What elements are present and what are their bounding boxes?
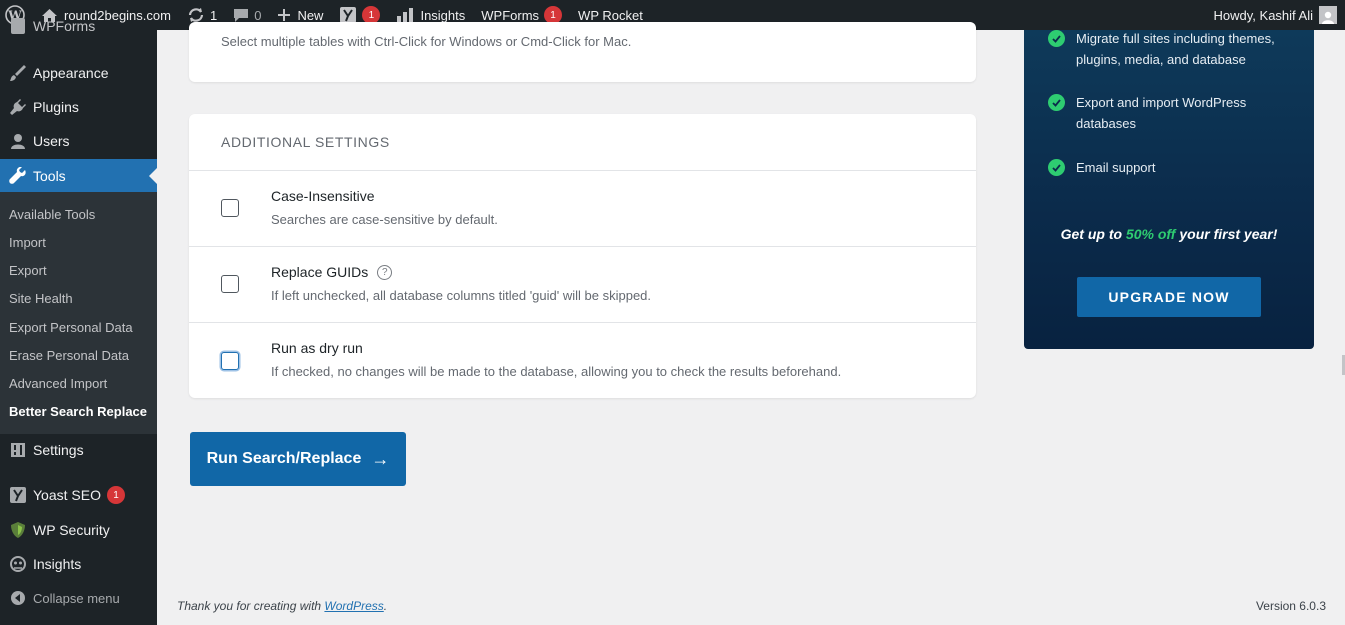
footer-thanks-suffix: . [383,599,388,613]
option-description: If left unchecked, all database columns … [271,288,652,303]
bar-chart-icon [397,7,414,23]
check-icon [1048,30,1065,47]
sidebar-item-insights[interactable]: Insights [0,547,157,581]
sidebar-item-tools[interactable]: Tools [0,159,157,193]
submenu-advanced-import[interactable]: Advanced Import [9,376,107,391]
sidebar-item-settings[interactable]: Settings [0,433,157,467]
sidebar-item-label: Plugins [33,99,79,115]
option-case-insensitive: Case-Insensitive Searches are case-sensi… [189,170,976,246]
howdy-text: Howdy, Kashif Ali [1213,7,1313,23]
submenu-import[interactable]: Import [9,235,46,250]
additional-settings-card: ADDITIONAL SETTINGS Case-Insensitive Sea… [189,114,976,398]
sidebar-item-label: Appearance [33,65,109,81]
option-title: Case-Insensitive [271,188,375,204]
submenu-export-personal-data[interactable]: Export Personal Data [9,320,133,335]
arrow-right-icon: → [371,448,390,469]
feature-item: Email support [1048,157,1155,178]
collapse-menu-button[interactable]: Collapse menu [0,581,157,615]
feature-item: Migrate full sites including themes, plu… [1048,28,1296,70]
sidebar-item-label: Settings [33,442,84,458]
updates-count: 1 [209,7,218,23]
option-dry-run: Run as dry run If checked, no changes wi… [189,322,976,398]
settings-sliders-icon [0,441,33,459]
new-label: New [297,7,324,23]
promo-offer: Get up to 50% off your first year! [1024,226,1314,242]
plus-icon [278,9,291,21]
dry-run-checkbox[interactable] [221,352,239,370]
offer-prefix: Get up to [1060,226,1123,242]
insights-icon [0,555,33,573]
upgrade-now-button[interactable]: UPGRADE NOW [1077,277,1261,317]
sidebar-item-wp-security[interactable]: WP Security [0,513,157,547]
case-insensitive-checkbox[interactable] [221,199,239,217]
tools-submenu: Available Tools Import Export Site Healt… [0,192,157,434]
yoast-seo-badge: 1 [106,486,125,504]
feature-item: Export and import WordPress databases [1048,92,1276,134]
sidebar-item-users[interactable]: Users [0,124,157,158]
option-title: Run as dry run [271,340,363,356]
yoast-icon [0,486,33,504]
wp-version: Version 6.0.3 [1255,599,1326,613]
offer-suffix: your first year! [1179,226,1278,242]
avatar [1319,6,1337,24]
option-replace-guids: Replace GUIDs ? If left unchecked, all d… [189,246,976,322]
run-button-label: Run Search/Replace [206,450,362,467]
admin-sidebar: WPForms Appearance Plugins Users Tools A… [0,18,157,625]
option-title-row: Replace GUIDs ? [271,264,393,280]
sidebar-item-label: Tools [33,168,66,184]
user-icon [0,132,33,150]
collapse-icon [0,590,33,606]
comment-icon [234,8,249,22]
submenu-available-tools[interactable]: Available Tools [9,207,95,222]
feature-text: Export and import WordPress databases [1076,95,1247,131]
paintbrush-icon [0,64,33,82]
insights-label: Insights [420,7,466,23]
option-description: If checked, no changes will be made to t… [271,364,842,379]
check-icon [1048,159,1065,176]
sidebar-item-plugins[interactable]: Plugins [0,90,157,124]
option-description: Searches are case-sensitive by default. [271,212,498,227]
comments-count: 0 [254,7,262,23]
sidebar-item-label: Users [33,133,70,149]
submenu-export[interactable]: Export [9,263,47,278]
sidebar-item-appearance[interactable]: Appearance [0,56,157,90]
submenu-site-health[interactable]: Site Health [9,291,73,306]
shield-icon [0,521,33,539]
run-search-replace-button[interactable]: Run Search/Replace → [190,432,406,486]
sidebar-item-label: Yoast SEO [33,487,101,503]
feature-text: Migrate full sites including themes, plu… [1076,31,1275,67]
account-menu[interactable]: Howdy, Kashif Ali [1214,6,1345,24]
pro-upgrade-panel: Migrate full sites including themes, plu… [1024,30,1314,349]
sidebar-item-label: WP Security [33,522,110,538]
submenu-erase-personal-data[interactable]: Erase Personal Data [9,348,129,363]
sidebar-item-wpforms[interactable]: WPForms [0,15,157,37]
option-title: Replace GUIDs [271,264,369,280]
feature-text: Email support [1076,160,1156,175]
offer-highlight: 50% off [1125,226,1176,242]
footer-thanks: Thank you for creating with WordPress. [177,599,387,613]
sidebar-item-label: Collapse menu [33,590,120,606]
wrench-icon [0,167,33,185]
section-title: ADDITIONAL SETTINGS [221,134,390,150]
wprocket-label: WP Rocket [578,7,643,23]
sidebar-item-label: WPForms [33,18,96,34]
refresh-icon [188,8,204,22]
submenu-better-search-replace[interactable]: Better Search Replace [9,404,147,419]
check-icon [1048,94,1065,111]
help-icon[interactable]: ? [377,264,393,280]
sidebar-item-label: Insights [33,556,82,572]
tables-hint-text: Select multiple tables with Ctrl-Click f… [221,34,632,49]
plug-icon [0,98,33,116]
sidebar-item-yoast-seo[interactable]: Yoast SEO 1 [0,478,157,512]
replace-guids-checkbox[interactable] [221,275,239,293]
wpforms-icon [0,17,33,35]
wpforms-label: WPForms [481,7,540,23]
footer-thanks-prefix: Thank you for creating with [177,599,322,613]
select-tables-card: Select multiple tables with Ctrl-Click f… [189,22,976,82]
wordpress-link[interactable]: WordPress [324,599,383,613]
